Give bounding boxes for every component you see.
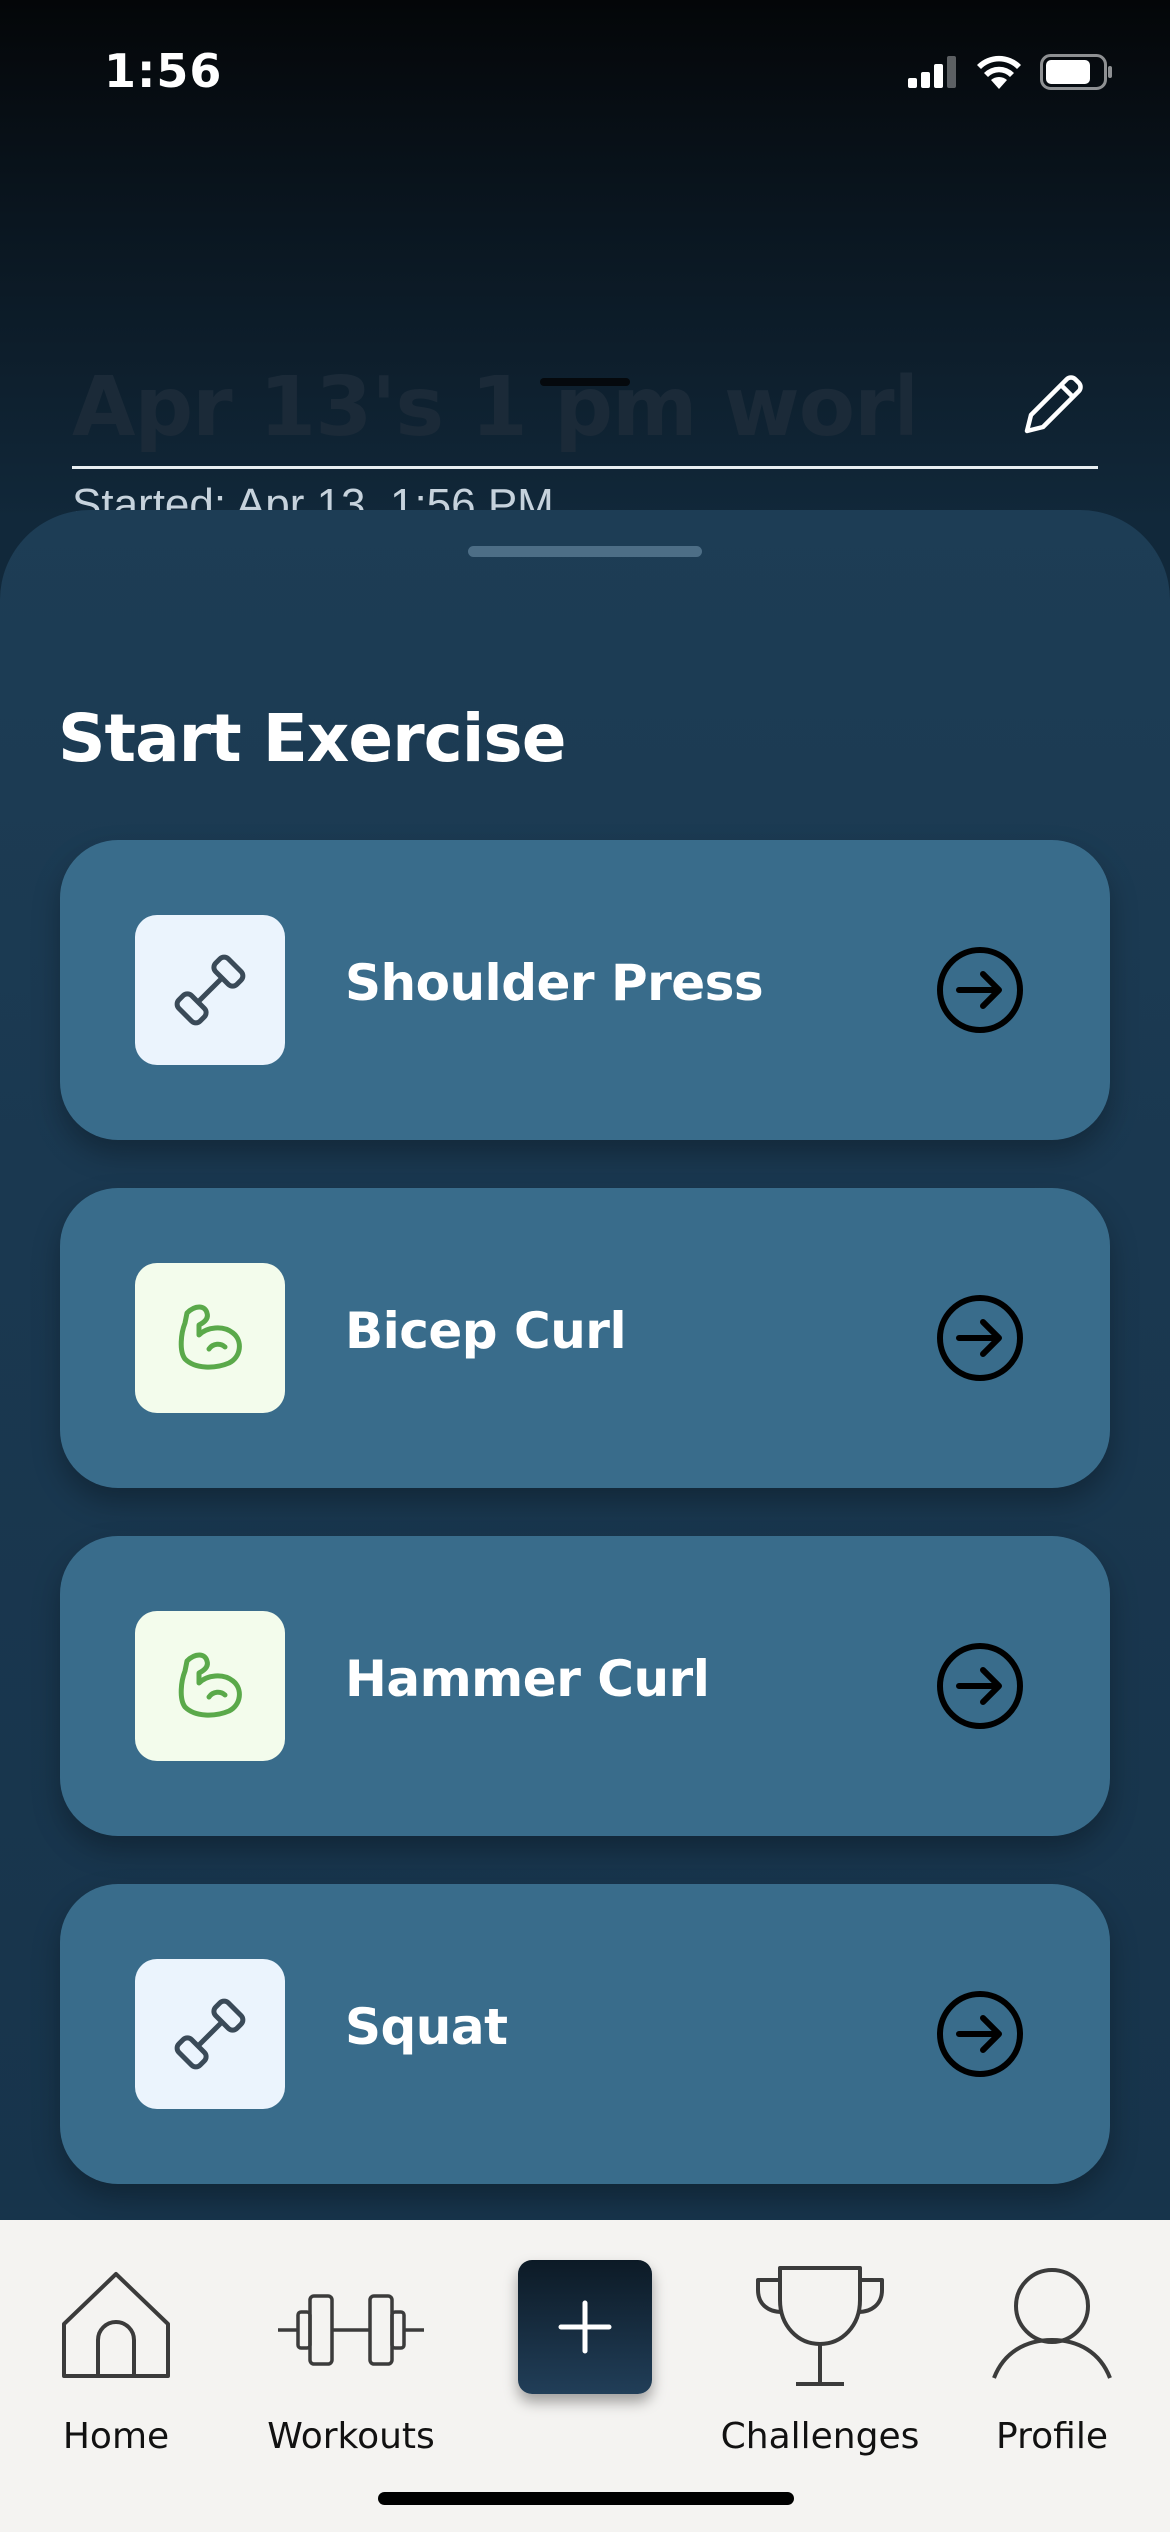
home-indicator <box>378 2492 794 2505</box>
exercise-name: Hammer Curl <box>345 1650 710 1708</box>
exercise-card-shoulder-press[interactable]: Shoulder Press <box>60 840 1110 1140</box>
workout-title[interactable]: Apr 13's 1 pm work... <box>72 360 912 455</box>
edit-button[interactable] <box>998 350 1108 460</box>
home-icon <box>62 2272 170 2378</box>
pencil-icon <box>1024 375 1083 434</box>
tab-bar: Home Workouts Challenges Profile <box>0 2220 1170 2532</box>
arrow-right-circle-icon[interactable] <box>935 1641 1025 1731</box>
status-bar: 1:56 <box>0 0 1170 150</box>
tab-workouts[interactable]: Workouts <box>266 2220 436 2460</box>
exercise-name: Bicep Curl <box>345 1302 627 1360</box>
battery-icon <box>1040 54 1112 90</box>
person-icon <box>992 2268 1112 2379</box>
sheet-title: Start Exercise <box>58 700 566 777</box>
flexed-bicep-icon <box>178 1652 242 1718</box>
exercise-card-squat[interactable]: Squat <box>60 1884 1110 2184</box>
exercise-icon-box <box>135 1611 285 1761</box>
add-workout-button[interactable] <box>518 2260 652 2394</box>
exercise-card-hammer-curl[interactable]: Hammer Curl <box>60 1536 1110 1836</box>
plus-icon <box>558 2300 612 2354</box>
tab-challenges[interactable]: Challenges <box>720 2220 920 2460</box>
sheet-drag-handle[interactable] <box>468 546 702 557</box>
exercise-card-bicep-curl[interactable]: Bicep Curl <box>60 1188 1110 1488</box>
tab-label: Profile <box>996 2416 1108 2457</box>
flexed-bicep-icon <box>178 1304 242 1370</box>
trophy-icon <box>756 2266 884 2386</box>
tab-home[interactable]: Home <box>56 2220 176 2460</box>
dumbbell-icon <box>174 954 246 1026</box>
tab-label: Challenges <box>720 2416 920 2457</box>
dumbbell-icon <box>174 1998 246 2070</box>
signal-icon <box>908 56 956 88</box>
workout-header: Apr 13's 1 pm work... Started: Apr 13, 1… <box>72 340 1102 529</box>
exercise-name: Squat <box>345 1998 508 2056</box>
title-underline <box>72 466 1098 469</box>
wifi-icon <box>977 55 1021 89</box>
exercise-name: Shoulder Press <box>345 954 764 1012</box>
tab-label: Home <box>62 2416 170 2457</box>
start-exercise-sheet: Start Exercise Shoulder Press Bicep Curl… <box>0 510 1170 2220</box>
arrow-right-circle-icon[interactable] <box>935 1989 1025 2079</box>
arrow-right-circle-icon[interactable] <box>935 945 1025 1035</box>
exercise-icon-box <box>135 1263 285 1413</box>
exercise-icon-box <box>135 915 285 1065</box>
barbell-icon <box>278 2294 424 2366</box>
tab-label: Workouts <box>267 2416 435 2457</box>
status-time: 1:56 <box>104 44 223 98</box>
exercise-icon-box <box>135 1959 285 2109</box>
arrow-right-circle-icon[interactable] <box>935 1293 1025 1383</box>
status-icons <box>908 52 1114 92</box>
tab-profile[interactable]: Profile <box>990 2220 1114 2460</box>
